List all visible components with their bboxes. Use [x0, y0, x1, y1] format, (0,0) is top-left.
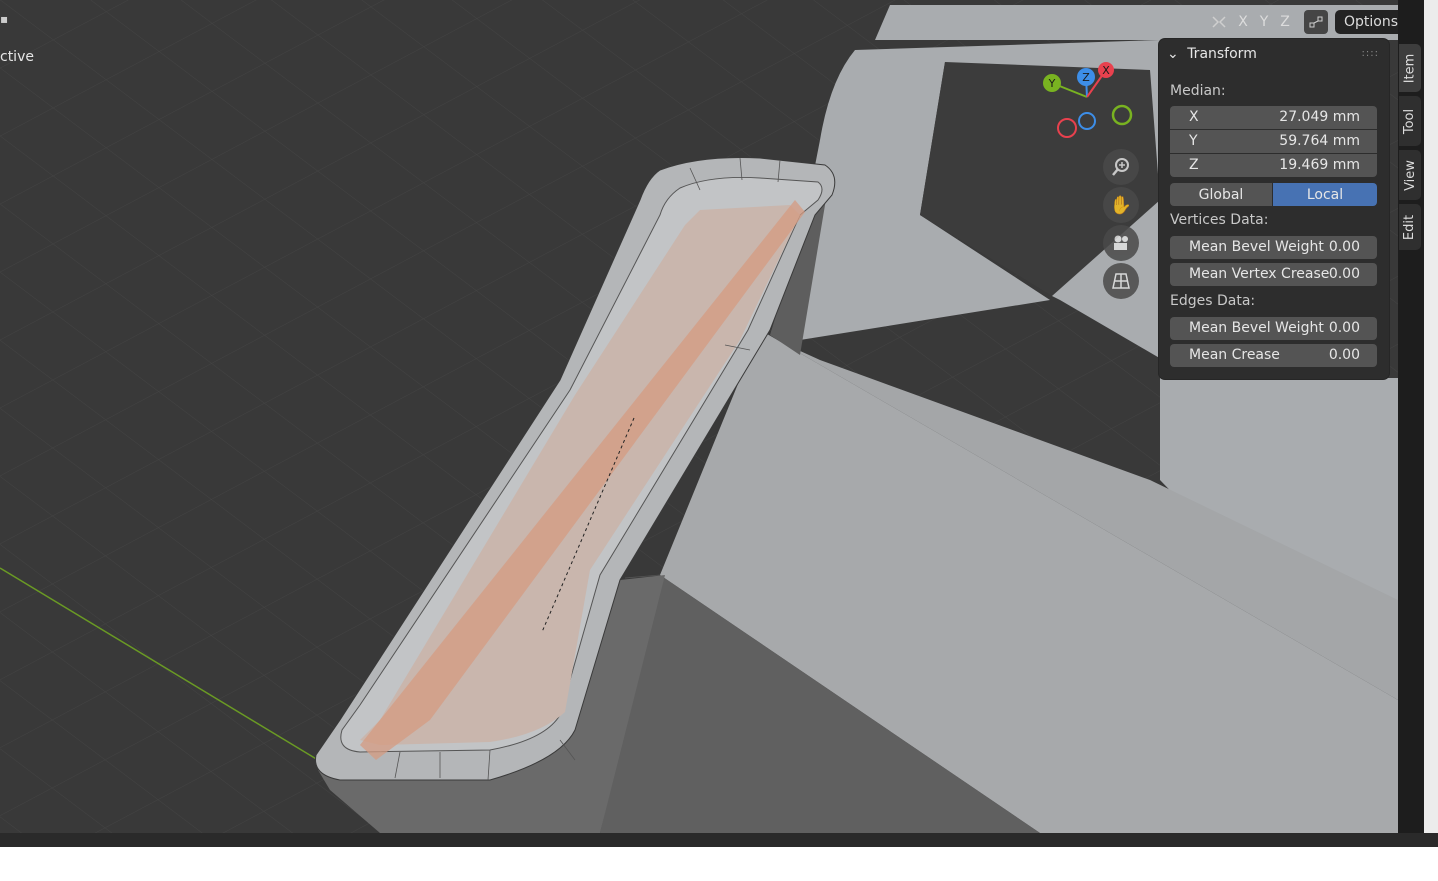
vertex-bevel-label: Mean Bevel Weight	[1189, 239, 1324, 255]
median-y-value: 59.764 mm	[1279, 133, 1360, 149]
options-label: Options	[1344, 14, 1398, 30]
vertices-data-label: Vertices Data:	[1170, 212, 1269, 228]
adjacent-editor-edge	[1424, 0, 1438, 833]
grid-ortho-icon[interactable]	[1103, 263, 1139, 299]
edges-data-label: Edges Data:	[1170, 293, 1256, 309]
mirror-x-button[interactable]: X	[1233, 10, 1253, 34]
vertex-bevel-value: 0.00	[1328, 239, 1360, 255]
vertex-mean-crease-field[interactable]: Mean Vertex Crease 0.00	[1170, 263, 1377, 286]
median-z-axis: Z	[1189, 157, 1199, 173]
median-x-axis: X	[1189, 109, 1199, 125]
transform-title: Transform	[1187, 46, 1257, 62]
tab-edit[interactable]: Edit	[1399, 204, 1421, 250]
median-z-value: 19.469 mm	[1279, 157, 1360, 173]
vertex-crease-label: Mean Vertex Crease	[1189, 266, 1330, 282]
gizmo-z-label: Z	[1082, 71, 1090, 84]
hand-pan-icon[interactable]: ✋	[1103, 187, 1139, 223]
edge-mean-crease-field[interactable]: Mean Crease 0.00	[1170, 344, 1377, 367]
gizmo-x-label: X	[1102, 64, 1110, 77]
tab-view[interactable]: View	[1399, 150, 1421, 200]
gizmo-y-label: Y	[1048, 77, 1056, 90]
chevron-down-icon: ⌄	[1167, 46, 1179, 62]
median-x-value: 27.049 mm	[1279, 109, 1360, 125]
vertex-crease-value: 0.00	[1328, 266, 1360, 282]
edge-bevel-value: 0.00	[1328, 320, 1360, 336]
transform-panel-header[interactable]: ⌄ Transform	[1167, 46, 1257, 62]
gizmo-neg-z	[1078, 112, 1096, 130]
zoom-icon[interactable]	[1103, 149, 1139, 185]
edge-mean-bevel-weight-field[interactable]: Mean Bevel Weight 0.00	[1170, 317, 1377, 340]
median-y-axis: Y	[1189, 133, 1198, 149]
navigation-gizmo[interactable]: Y Z X	[1040, 55, 1140, 145]
tab-tool-label: Tool	[1402, 108, 1418, 134]
tab-item[interactable]: Item	[1399, 44, 1421, 92]
median-label: Median:	[1170, 83, 1226, 99]
options-dropdown[interactable]: Options ⌄	[1335, 10, 1398, 34]
transform-panel: ⌄ Transform :::: Median: X 27.049 mm Y 5…	[1159, 39, 1389, 379]
3d-viewport[interactable]: ▪ ctive X Y Z Options ⌄ Y Z X ✋	[0, 0, 1398, 833]
editor-type-icon[interactable]: ▪	[0, 12, 10, 30]
median-y-field[interactable]: Y 59.764 mm	[1170, 130, 1377, 153]
mirror-icon[interactable]	[1208, 10, 1230, 34]
mirror-y-button[interactable]: Y	[1254, 10, 1274, 34]
vertex-mean-bevel-weight-field[interactable]: Mean Bevel Weight 0.00	[1170, 236, 1377, 259]
mirror-z-button[interactable]: Z	[1275, 10, 1295, 34]
camera-icon[interactable]	[1103, 225, 1139, 261]
edge-bevel-label: Mean Bevel Weight	[1189, 320, 1324, 336]
gizmo-neg-x	[1057, 118, 1077, 138]
global-toggle[interactable]: Global	[1170, 183, 1272, 206]
auto-merge-icon[interactable]	[1304, 10, 1328, 34]
drag-grip-icon[interactable]: ::::	[1362, 48, 1379, 59]
median-z-field[interactable]: Z 19.469 mm	[1170, 154, 1377, 177]
bottom-header-strip	[0, 833, 1438, 847]
tab-view-label: View	[1402, 159, 1418, 191]
tab-edit-label: Edit	[1402, 214, 1418, 240]
local-toggle[interactable]: Local	[1273, 183, 1377, 206]
view-mode-text: ctive	[0, 49, 34, 65]
edge-crease-label: Mean Crease	[1189, 347, 1280, 363]
tab-item-label: Item	[1402, 53, 1418, 83]
median-x-field[interactable]: X 27.049 mm	[1170, 106, 1377, 129]
edge-crease-value: 0.00	[1328, 347, 1360, 363]
tab-tool[interactable]: Tool	[1399, 96, 1421, 146]
gizmo-neg-y	[1111, 104, 1133, 126]
